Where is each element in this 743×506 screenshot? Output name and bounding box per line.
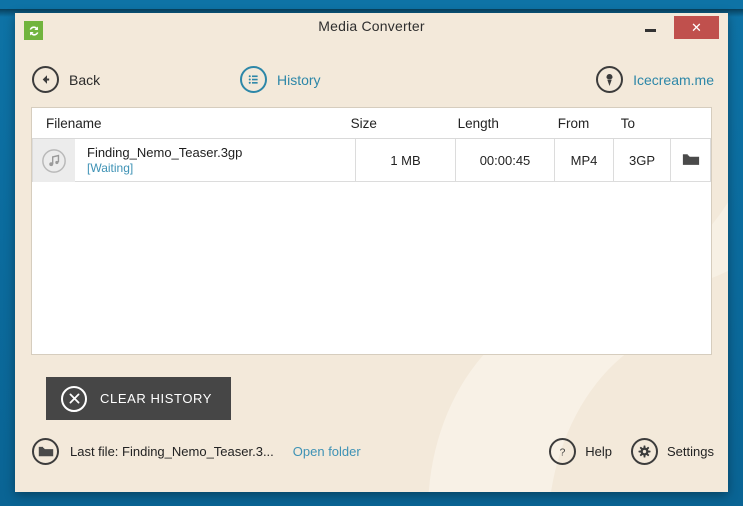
toolbar: Back History Icecream.me xyxy=(15,61,728,105)
gear-circle-icon xyxy=(631,438,659,465)
clear-history-label: CLEAR HISTORY xyxy=(100,391,213,406)
file-to-cell: 3GP xyxy=(614,139,671,182)
open-folder-link[interactable]: Open folder xyxy=(293,444,361,459)
close-button[interactable]: ✕ xyxy=(674,16,719,39)
last-file-text: Last file: Finding_Nemo_Teaser.3... xyxy=(70,444,274,459)
column-header-from: From xyxy=(557,115,590,131)
file-name-cell: Finding_Nemo_Teaser.3gp [Waiting] xyxy=(32,139,356,182)
history-button[interactable]: History xyxy=(240,66,321,93)
media-converter-window: Media Converter ✕ Back History Icecream.… xyxy=(15,13,728,492)
last-file-group: Last file: Finding_Nemo_Teaser.3... Open… xyxy=(32,438,361,465)
file-name-text: Finding_Nemo_Teaser.3gp [Waiting] xyxy=(75,145,242,176)
file-size-cell: 1 MB xyxy=(356,139,456,182)
music-note-circle-icon xyxy=(33,139,75,182)
close-icon: ✕ xyxy=(691,20,702,35)
column-header-size: Size xyxy=(350,115,377,131)
file-length-cell: 00:00:45 xyxy=(456,139,555,182)
open-file-location-button[interactable] xyxy=(671,139,711,182)
question-circle-icon: ? xyxy=(549,438,577,465)
back-button[interactable]: Back xyxy=(32,66,100,93)
icecream-site-label: Icecream.me xyxy=(633,71,714,88)
history-label: History xyxy=(277,71,321,88)
column-header-filename: Filename xyxy=(46,115,102,131)
window-title: Media Converter xyxy=(318,18,425,34)
help-label: Help xyxy=(585,444,613,459)
column-header-length: Length xyxy=(457,115,499,131)
back-label: Back xyxy=(69,71,101,88)
status-bar: Last file: Finding_Nemo_Teaser.3... Open… xyxy=(15,438,728,474)
file-from-cell: MP4 xyxy=(555,139,614,182)
minimize-button[interactable] xyxy=(635,16,665,38)
minimize-glyph xyxy=(644,28,656,32)
file-name: Finding_Nemo_Teaser.3gp xyxy=(87,144,243,160)
settings-button[interactable]: Settings xyxy=(631,438,714,465)
bottom-right-group: ? Help Settings xyxy=(540,438,714,465)
table-row[interactable]: Finding_Nemo_Teaser.3gp [Waiting] 1 MB 0… xyxy=(32,139,711,182)
arrow-left-circle-icon xyxy=(32,66,59,93)
svg-text:?: ? xyxy=(560,447,566,458)
help-button[interactable]: ? Help xyxy=(549,438,612,465)
file-list-header: Filename Size Length From To xyxy=(32,108,711,139)
clear-history-button[interactable]: CLEAR HISTORY xyxy=(46,377,231,420)
folder-icon xyxy=(682,152,700,170)
column-header-to: To xyxy=(620,115,635,131)
icecream-cone-circle-icon xyxy=(596,66,624,93)
file-list-panel: Filename Size Length From To Finding_Nem… xyxy=(31,107,712,355)
title-bar: Media Converter ✕ xyxy=(15,13,728,46)
icecream-site-link[interactable]: Icecream.me xyxy=(596,66,714,93)
list-circle-icon xyxy=(240,66,267,93)
file-status: [Waiting] xyxy=(87,161,134,176)
x-circle-icon xyxy=(61,385,87,412)
settings-label: Settings xyxy=(667,444,714,459)
desktop-background: Media Converter ✕ Back History Icecream.… xyxy=(0,0,743,506)
folder-circle-icon[interactable] xyxy=(32,438,59,465)
